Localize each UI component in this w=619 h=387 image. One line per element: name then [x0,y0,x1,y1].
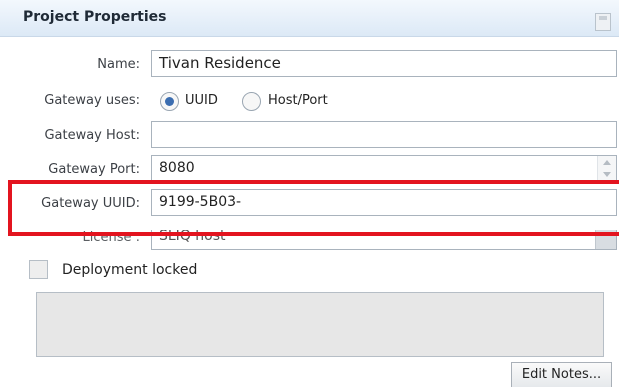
name-field[interactable]: Tivan Residence [151,50,617,77]
gateway-port-value: 8080 [159,160,195,176]
uuid-radio-label[interactable]: UUID [185,93,218,108]
license-label: License : [82,230,140,245]
gateway-uses-label: Gateway uses: [44,93,140,108]
deployment-locked-checkbox[interactable] [29,260,48,279]
host-port-radio-label[interactable]: Host/Port [268,93,328,108]
host-port-radio[interactable] [242,92,261,111]
gateway-uuid-row: Gateway UUID: 9199-5B03- [0,186,619,230]
save-icon[interactable] [595,13,611,31]
uuid-radio[interactable] [160,92,179,111]
deployment-locked-label[interactable]: Deployment locked [62,262,197,278]
license-value: SLIQ host [159,228,226,244]
port-spinner-arrows-icon[interactable] [597,156,616,181]
edit-notes-button[interactable]: Edit Notes... [511,362,612,387]
name-label: Name: [97,57,140,72]
panel-header: Project Properties [0,0,619,37]
notes-area [36,292,604,357]
project-properties-panel: Project Properties Name: Tivan Residence… [0,0,619,387]
gateway-uuid-label: Gateway UUID: [41,196,140,211]
gateway-port-label: Gateway Port: [48,162,140,177]
gateway-uuid-field[interactable]: 9199-5B03- [151,189,617,216]
panel-title: Project Properties [23,9,167,25]
gateway-host-label: Gateway Host: [44,128,140,143]
gateway-port-field[interactable]: 8080 [151,155,617,182]
gateway-host-field[interactable] [151,121,617,148]
